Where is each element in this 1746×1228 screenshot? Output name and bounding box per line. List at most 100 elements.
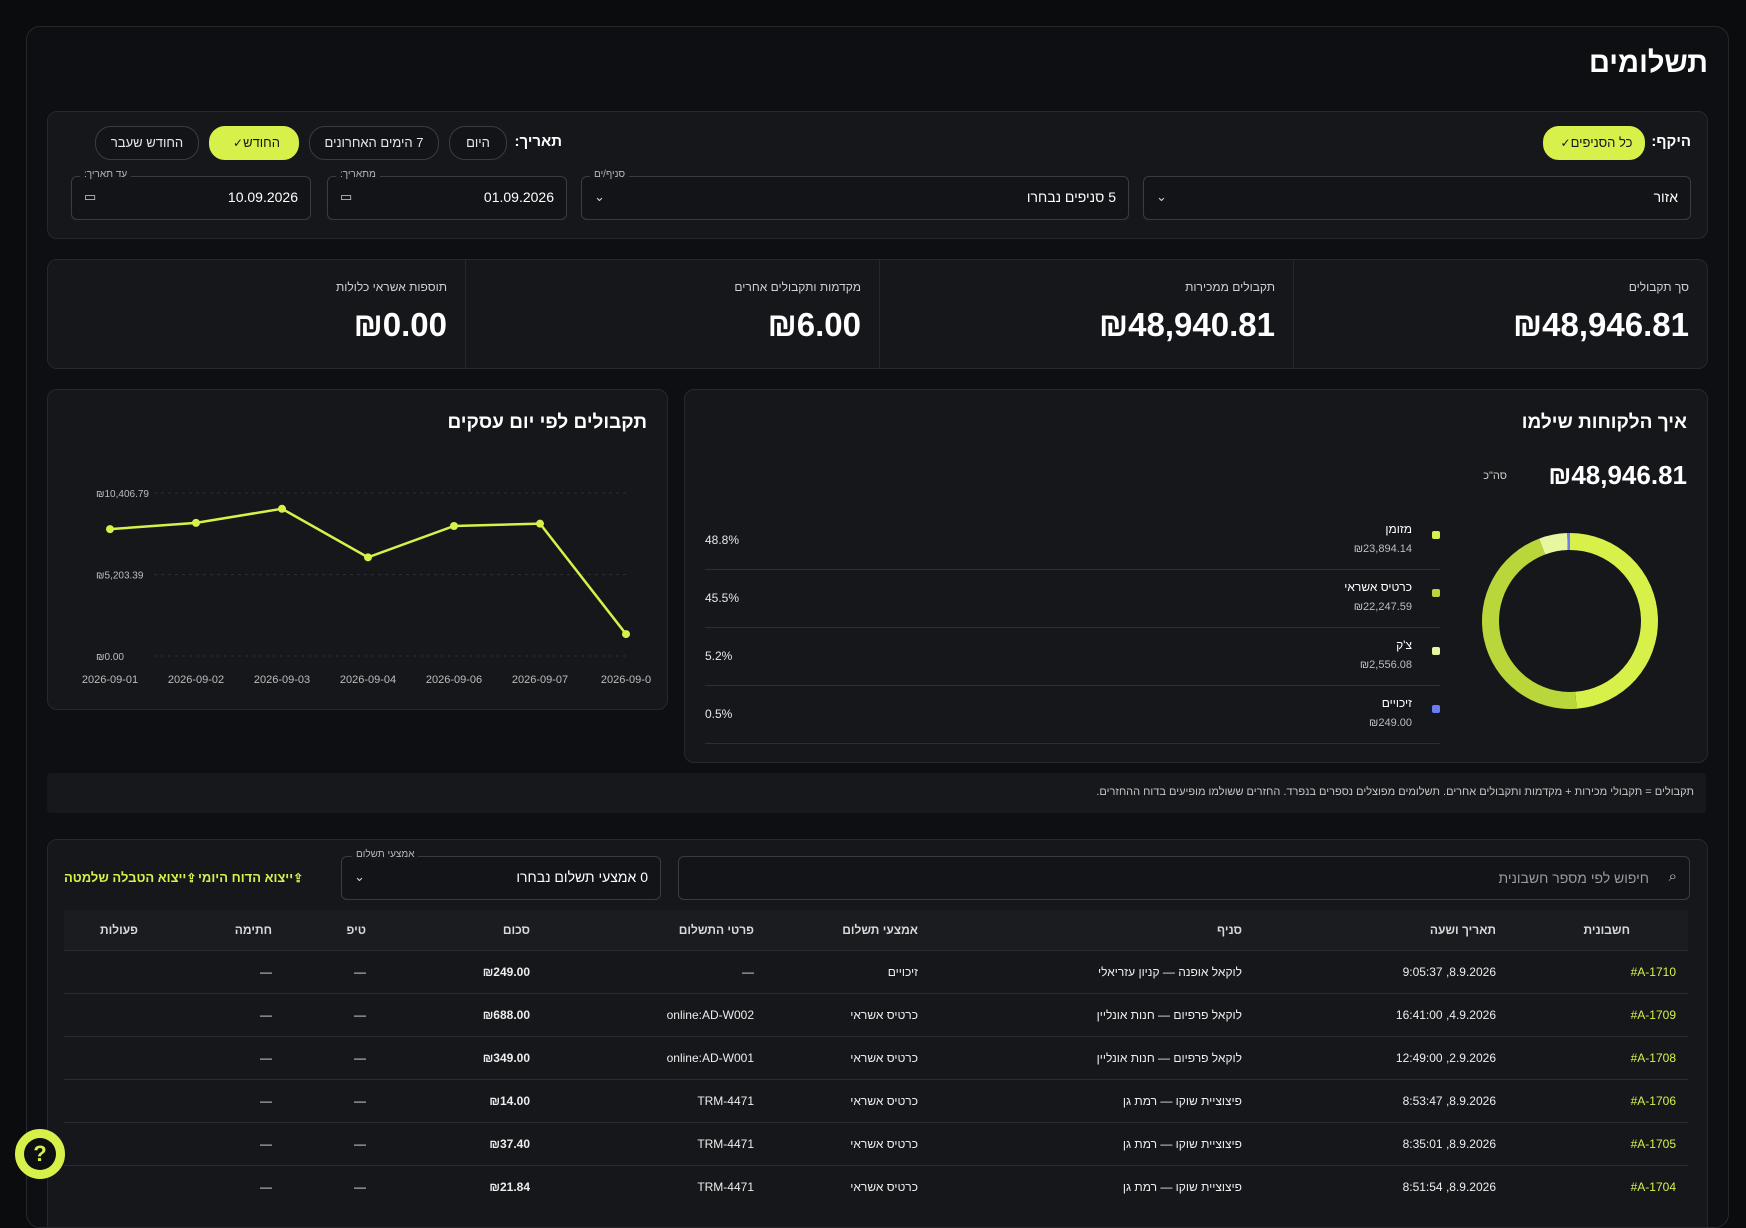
column-header-invoice[interactable]: חשבונית [1508,910,1688,951]
region-select[interactable]: אזור ⌄ [1143,176,1691,220]
export-daily-label: ייצוא הדוח היומי [198,870,294,885]
to-date-field[interactable]: עד תאריך: 10.09.2026 ▭ [71,169,311,220]
cell-amount: ₪21.84 [378,1165,542,1208]
payments-table-panel: ⌕ חיפוש לפי מספר חשבונית אמצעי תשלום 0 א… [47,839,1708,1227]
upload-icon: ⇪ [186,871,197,885]
data-point[interactable] [450,521,458,530]
cell-invoice[interactable]: #A-1706 [1508,1079,1688,1123]
cell-method: כרטיס אשראי [766,993,930,1037]
data-point[interactable] [106,525,114,534]
cell-details: — [542,950,766,994]
date-7days-button[interactable]: 7 הימים האחרונים [309,126,439,160]
cell-datetime: 8.9.2026, 8:35:01 [1254,1122,1508,1166]
date-today-label: היום [466,135,490,150]
cell-signature: — [150,1079,284,1123]
table-row[interactable]: #A-1705 8.9.2026, 8:35:01 פיצוציית שוקו — … [64,1122,1688,1166]
data-point[interactable] [536,519,544,528]
column-header-branch[interactable]: סניף [930,910,1254,951]
all-branches-label: כל הסניפים [1570,135,1633,150]
legend-name: כרטיס אשראי [1344,580,1412,594]
legend-percent: 48.8% [705,533,740,547]
data-point[interactable] [622,630,630,639]
cell-invoice[interactable]: #A-1710 [1508,950,1688,994]
to-date-label: עד תאריך: [80,169,132,180]
cell-tip: — [284,1036,378,1080]
legend-percent: 45.5% [705,591,740,605]
column-header-tip[interactable]: טיפ [284,910,378,951]
cell-invoice[interactable]: #A-1704 [1508,1165,1688,1208]
export-daily-button[interactable]: ⇪ייצוא הדוח היומי [198,870,309,885]
date-today-button[interactable]: היום [449,126,507,160]
legend-amount: ₪23,894.14 [1353,543,1412,555]
help-icon: ? [24,1138,56,1170]
column-header-method[interactable]: אמצעי תשלום [766,910,930,951]
calendar-icon[interactable]: ▭ [340,189,352,205]
cell-invoice[interactable]: #A-1705 [1508,1122,1688,1166]
table-row[interactable]: #A-1706 8.9.2026, 8:53:47 פיצוציית שוקו — … [64,1079,1688,1123]
cell-details: TRM-4471 [542,1165,766,1208]
y-tick-label: ₪0.00 [96,652,124,663]
help-button[interactable]: ? [15,1129,65,1179]
cell-actions [64,1079,150,1123]
y-tick-label: ₪5,203.39 [96,571,144,582]
note-text: תקבולים = תקבולי מכירות + מקדמות ותקבולי… [1096,786,1694,798]
search-input[interactable]: ⌕ חיפוש לפי מספר חשבונית [678,856,1690,900]
branches-value: 5 סניפים נבחרו [1026,189,1116,205]
daily-receipts-chart: ₪10,406.79 ₪5,203.39 ₪0.00 2026-09-01 2026-0… [82,489,651,686]
legend-row-credit: כרטיס אשראי ₪22,247.59 45.5% [705,570,1440,628]
data-point[interactable] [192,518,200,527]
date-last-month-button[interactable]: החודש שעבר [95,126,199,160]
from-date-field[interactable]: מתאריך: 01.09.2026 ▭ [327,169,567,220]
date-this-month-button[interactable]: החודש✓ [209,126,299,160]
series-line [109,507,627,635]
legend-row-refunds: זיכויים ₪249.00 0.5% [705,686,1440,744]
to-date-value: 10.09.2026 [227,189,298,205]
stat-advances: מקדמות ותקבולים אחרים ₪6.00 [465,260,879,368]
cell-actions [64,1122,150,1166]
data-point[interactable] [278,504,286,513]
legend-swatch [1432,647,1440,655]
x-tick-label: 2026-09-04 [340,674,396,686]
cell-branch: פיצוציית שוקו — רמת גן [930,1165,1254,1208]
cell-actions [64,1036,150,1080]
legend-percent: 0.5% [705,707,733,721]
branches-select[interactable]: סניף/ים 5 סניפים נבחרו ⌄ [581,169,1129,220]
calendar-icon[interactable]: ▭ [84,189,96,205]
column-header-datetime[interactable]: תאריך ושעה [1254,910,1508,951]
table-row[interactable]: #A-1709 4.9.2026, 16:41:00 לוקאל פרפיום — … [64,993,1688,1037]
x-tick-label: 2026-09-02 [168,674,224,686]
data-point[interactable] [364,553,372,562]
cell-datetime: 2.9.2026, 12:49:00 [1254,1036,1508,1080]
cell-invoice[interactable]: #A-1709 [1508,993,1688,1037]
column-header-details[interactable]: פרטי התשלום [542,910,766,951]
export-table-button[interactable]: ⇪ייצוא הטבלה שלמטה [64,870,202,885]
payments-table: חשבונית תאריך ושעה סניף אמצעי תשלום פרטי… [64,910,1688,1208]
column-header-signature[interactable]: חתימה [150,910,284,951]
cell-actions [64,1165,150,1208]
table-row[interactable]: #A-1708 2.9.2026, 12:49:00 לוקאל פרפיום — … [64,1036,1688,1080]
search-icon: ⌕ [1668,868,1677,885]
cell-signature: — [150,1122,284,1166]
cell-tip: — [284,1122,378,1166]
payments-table-body: #A-1710 8.9.2026, 9:05:37 לוקאל אופנה — קנ… [64,950,1688,1208]
cell-tip: — [284,1165,378,1208]
payments-page: תשלומים היקף: כל הסניפים✓ תאריך: היום 7 … [26,26,1729,1228]
cell-datetime: 8.9.2026, 9:05:37 [1254,950,1508,994]
payment-method-value: 0 אמצעי תשלום נבחרו [516,869,648,885]
cell-details: online:AD-W001 [542,1036,766,1080]
scope-all-branches-button[interactable]: כל הסניפים✓ [1543,126,1645,160]
payment-method-select[interactable]: אמצעי תשלום 0 אמצעי תשלום נבחרו ⌄ [341,849,661,900]
branches-label: סניף/ים [590,169,630,180]
donut-slice-1[interactable] [1482,538,1577,709]
date-label: תאריך: [514,133,562,150]
y-tick-label: ₪10,406.79 [96,489,149,500]
cell-invoice[interactable]: #A-1708 [1508,1036,1688,1080]
stat-value: ₪48,940.81 [1099,306,1275,343]
column-header-amount[interactable]: סכום [378,910,542,951]
donut-slice-0[interactable] [1570,533,1659,709]
table-row[interactable]: #A-1704 8.9.2026, 8:51:54 פיצוציית שוקו — … [64,1165,1688,1208]
table-row[interactable]: #A-1710 8.9.2026, 9:05:37 לוקאל אופנה — קנ… [64,950,1688,994]
legend-amount: ₪249.00 [1369,717,1412,729]
legend-name: צ'ק [1396,638,1412,652]
legend-swatch [1432,705,1440,713]
